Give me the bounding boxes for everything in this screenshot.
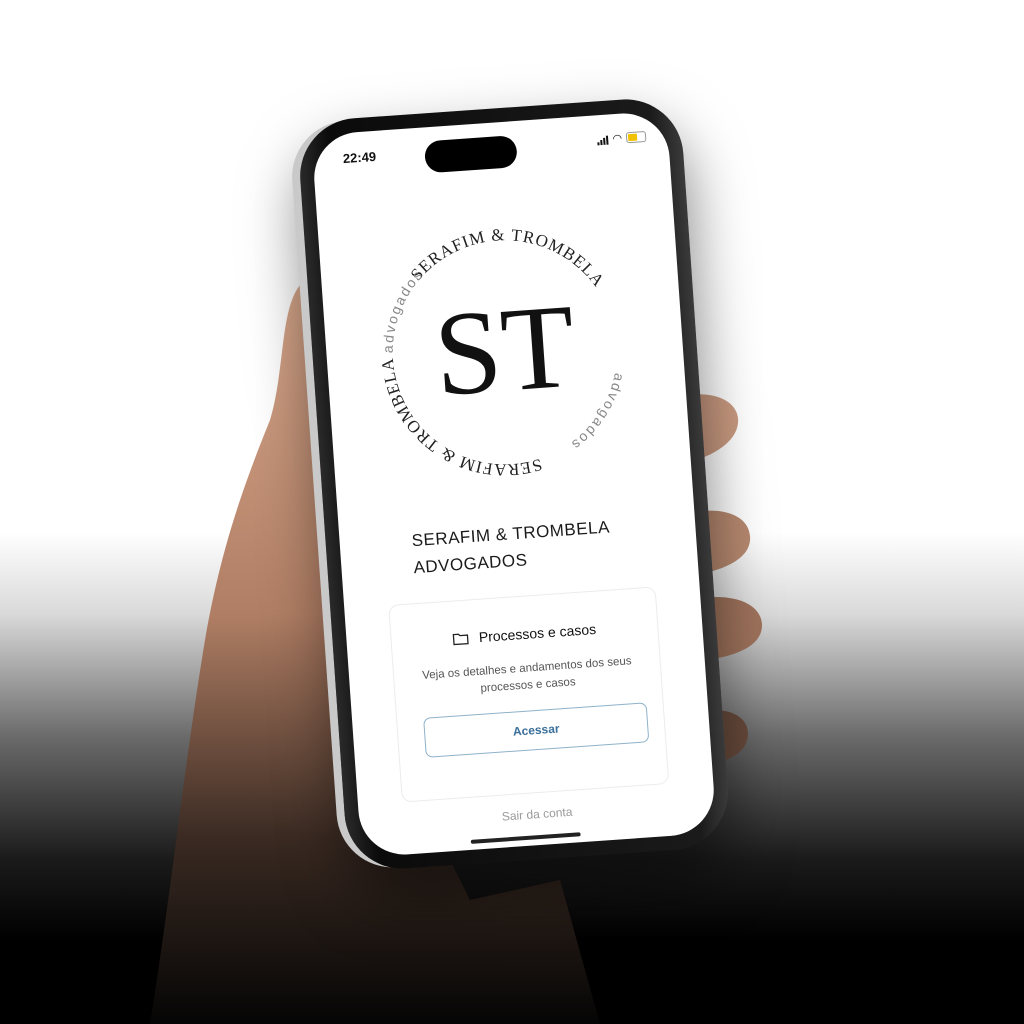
card-title-text: Processos e casos xyxy=(478,620,597,646)
status-time: 22:49 xyxy=(342,148,377,167)
logo-ring-sub-top: advogados xyxy=(374,265,432,354)
firm-logo: SERAFIM & TROMBELA advogados SERAFIM & T… xyxy=(374,218,633,488)
card-title: Processos e casos xyxy=(391,615,658,651)
processes-card: Processos e casos Veja os detalhes e and… xyxy=(388,586,670,803)
status-bar: 22:49 ◠ xyxy=(312,126,669,174)
signal-icon xyxy=(597,134,609,145)
home-indicator xyxy=(470,832,581,844)
dynamic-island xyxy=(423,135,518,174)
firm-name: SERAFIM & TROMBELA ADVOGADOS xyxy=(411,511,654,582)
app-screen: 22:49 ◠ SERAFIM & TROMBELA advogados SER… xyxy=(311,110,717,858)
svg-text:advogados: advogados xyxy=(374,265,432,354)
status-icons: ◠ xyxy=(597,130,647,145)
phone-device: 22:49 ◠ SERAFIM & TROMBELA advogados SER… xyxy=(296,95,732,873)
wifi-icon: ◠ xyxy=(612,132,623,145)
logo-monogram: ST xyxy=(430,279,579,421)
card-description: Veja os detalhes e andamentos dos seus p… xyxy=(421,655,632,695)
access-button[interactable]: Acessar xyxy=(423,702,650,758)
folder-icon xyxy=(452,633,469,646)
battery-icon xyxy=(625,130,647,144)
